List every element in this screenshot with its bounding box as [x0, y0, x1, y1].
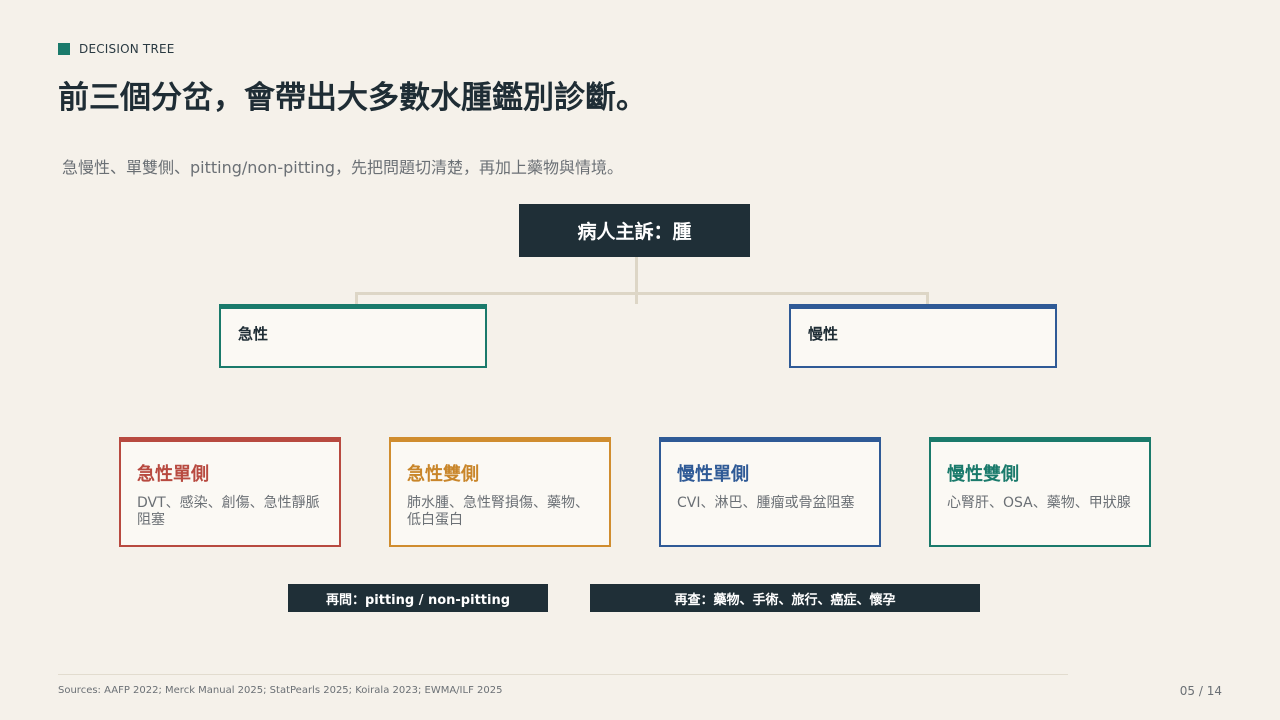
leaf-description: 心腎肝、OSA、藥物、甲狀腺 — [947, 495, 1131, 511]
branch-node-chronic: 慢性 — [789, 304, 1057, 368]
section-eyebrow: DECISION TREE — [58, 42, 175, 56]
eyebrow-square-icon — [58, 43, 70, 55]
footer-sources: Sources: AAFP 2022; Merck Manual 2025; S… — [58, 685, 503, 696]
branch-node-acute: 急性 — [219, 304, 487, 368]
leaf-description: CVI、淋巴、腫瘤或骨盆阻塞 — [677, 495, 855, 511]
leaf-chronic-unilateral: 慢性單側 CVI、淋巴、腫瘤或骨盆阻塞 — [659, 437, 881, 547]
leaf-title: 慢性單側 — [677, 464, 749, 485]
leaf-description: DVT、感染、創傷、急性靜脈阻塞 — [137, 495, 320, 528]
page-number: 05 / 14 — [1179, 684, 1222, 698]
followup-history-pill: 再查：藥物、手術、旅行、癌症、懷孕 — [590, 584, 980, 612]
branch-label-chronic: 慢性 — [808, 325, 839, 343]
followup-history-label: 再查：藥物、手術、旅行、癌症、懷孕 — [674, 592, 896, 608]
eyebrow-label: DECISION TREE — [79, 42, 175, 56]
connector-horizontal — [355, 292, 929, 295]
leaf-acute-unilateral: 急性單側 DVT、感染、創傷、急性靜脈阻塞 — [119, 437, 341, 547]
slide-subtitle: 急慢性、單雙側、pitting/non-pitting，先把問題切清楚，再加上藥… — [62, 158, 624, 177]
root-node-label: 病人主訴：腫 — [577, 221, 692, 243]
slide-title: 前三個分岔，會帶出大多數水腫鑑別診斷。 — [58, 80, 647, 116]
connector-root-stem — [635, 257, 638, 304]
root-node: 病人主訴：腫 — [519, 204, 750, 257]
leaf-title: 慢性雙側 — [947, 464, 1019, 485]
leaf-title: 急性單側 — [137, 464, 209, 485]
leaf-acute-bilateral: 急性雙側 肺水腫、急性腎損傷、藥物、低白蛋白 — [389, 437, 611, 547]
followup-pitting-label: 再問：pitting / non-pitting — [325, 592, 511, 608]
leaf-description: 肺水腫、急性腎損傷、藥物、低白蛋白 — [407, 495, 589, 528]
footer-divider — [58, 674, 1068, 675]
leaf-title: 急性雙側 — [407, 464, 479, 485]
branch-label-acute: 急性 — [238, 325, 269, 343]
followup-pitting-pill: 再問：pitting / non-pitting — [288, 584, 548, 612]
leaf-chronic-bilateral: 慢性雙側 心腎肝、OSA、藥物、甲狀腺 — [929, 437, 1151, 547]
